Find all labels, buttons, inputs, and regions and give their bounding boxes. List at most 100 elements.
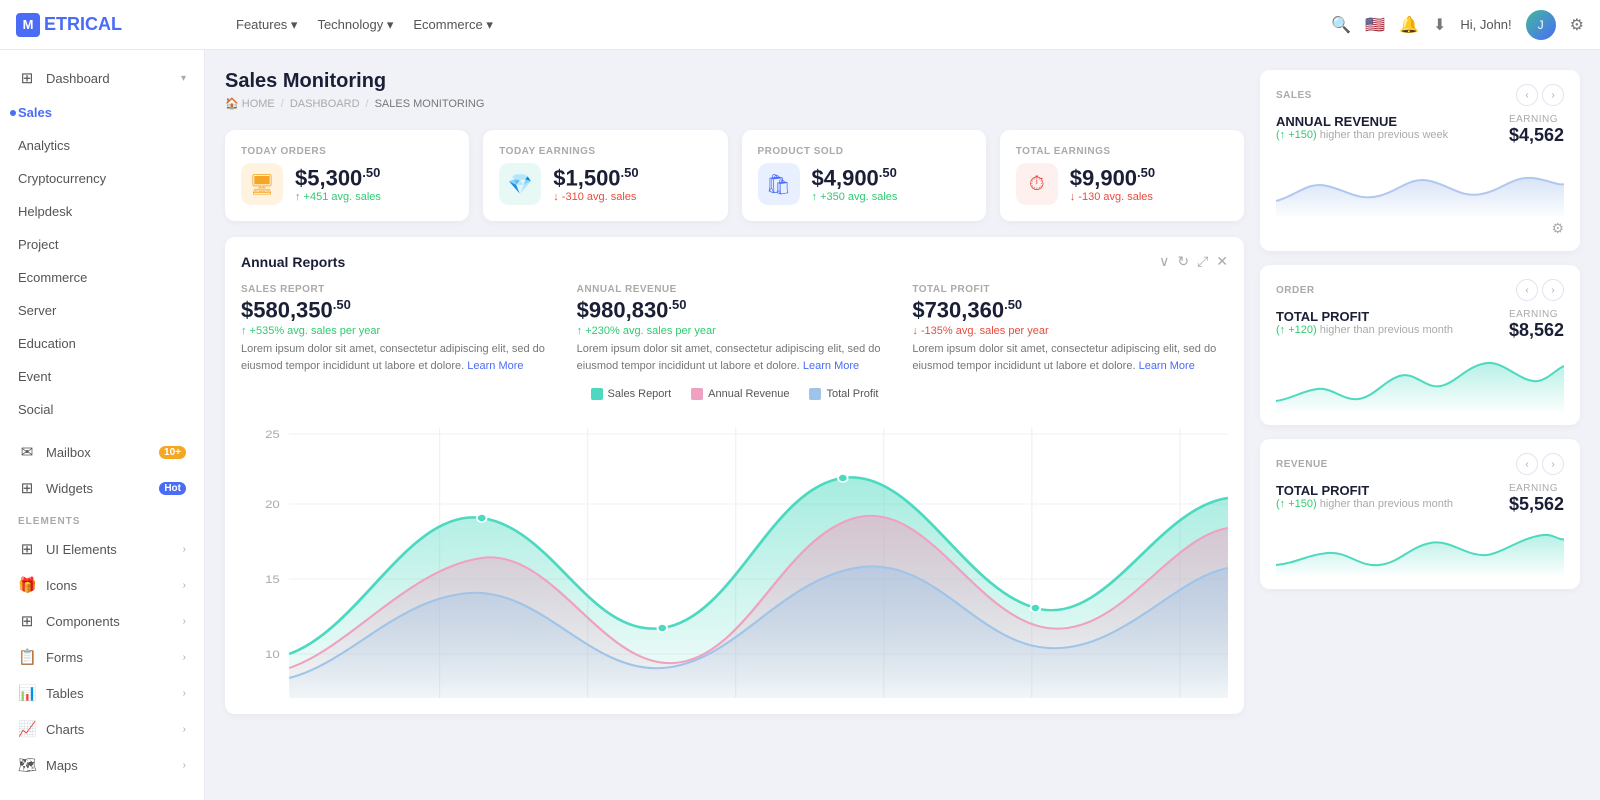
- right-earning-row-order: TOTAL PROFIT (↑ +120) higher than previo…: [1276, 309, 1564, 341]
- sidebar-item-ui-elements[interactable]: ⊞ UI Elements ›: [0, 531, 204, 567]
- breadcrumb-dashboard[interactable]: DASHBOARD: [290, 98, 360, 110]
- sidebar-label-components: Components: [46, 614, 173, 629]
- sidebar-item-mailbox[interactable]: ✉ Mailbox 10+: [0, 434, 204, 470]
- metric-desc-profit: Lorem ipsum dolor sit amet, consectetur …: [912, 341, 1228, 374]
- annual-collapse-icon[interactable]: ∨: [1159, 253, 1169, 270]
- annual-header: Annual Reports ∨ ↻ ⤢ ✕: [241, 253, 1228, 270]
- page-title: Sales Monitoring: [225, 70, 1244, 93]
- sidebar-item-charts[interactable]: 📈 Charts ›: [0, 711, 204, 747]
- sidebar-item-social[interactable]: Social: [0, 393, 204, 426]
- earnings-amount: $1,500.50: [553, 165, 638, 191]
- breadcrumb-home[interactable]: 🏠 HOME: [225, 97, 275, 110]
- stats-row: TODAY ORDERS 🖥 $5,300.50 ↑ +451 avg. sal…: [225, 130, 1244, 221]
- sidebar-item-forms[interactable]: 📋 Forms ›: [0, 639, 204, 675]
- breadcrumb-current: SALES MONITORING: [375, 98, 485, 110]
- annual-refresh-icon[interactable]: ↻: [1177, 253, 1189, 270]
- sidebar-item-icons[interactable]: 🎁 Icons ›: [0, 567, 204, 603]
- elements-section-title: ELEMENTS: [0, 506, 204, 531]
- legend-dot-profit: [809, 388, 821, 400]
- bell-icon[interactable]: 🔔: [1399, 15, 1419, 35]
- sidebar-item-sales[interactable]: Sales: [0, 96, 204, 129]
- sidebar-item-maps[interactable]: 🗺 Maps ›: [0, 747, 204, 783]
- sidebar-item-project[interactable]: Project: [0, 228, 204, 261]
- total-amount: $9,900.50: [1070, 165, 1155, 191]
- right-card-revenue: REVENUE ‹ › TOTAL PROFIT (↑ +150) higher…: [1260, 439, 1580, 589]
- page-header: Sales Monitoring 🏠 HOME / DASHBOARD / SA…: [225, 70, 1244, 110]
- stat-card-total-earnings: TOTAL EARNINGS ⏱ $9,900.50 ↓ -130 avg. s…: [1000, 130, 1244, 221]
- right-earning-row-revenue: TOTAL PROFIT (↑ +150) higher than previo…: [1276, 483, 1564, 515]
- legend-dot-sales: [591, 388, 603, 400]
- sidebar-item-analytics[interactable]: Analytics: [0, 129, 204, 162]
- sidebar-item-dashboard[interactable]: ⊞ Dashboard ▾: [0, 60, 204, 96]
- revenue-prev-arrow[interactable]: ‹: [1516, 453, 1538, 475]
- annual-close-icon[interactable]: ✕: [1216, 253, 1228, 270]
- annual-reports-card: Annual Reports ∨ ↻ ⤢ ✕ SALES REPORT $580…: [225, 237, 1244, 714]
- sidebar-item-server[interactable]: Server: [0, 294, 204, 327]
- learn-more-revenue[interactable]: Learn More: [803, 360, 859, 372]
- nav-technology[interactable]: Technology ▾: [317, 17, 393, 33]
- sales-settings-icon[interactable]: ⚙: [1551, 220, 1564, 237]
- learn-more-sales[interactable]: Learn More: [467, 360, 523, 372]
- sidebar-label-maps: Maps: [46, 758, 173, 773]
- ui-elements-arrow: ›: [183, 544, 186, 555]
- sidebar-item-components[interactable]: ⊞ Components ›: [0, 603, 204, 639]
- sidebar-item-ecommerce[interactable]: Ecommerce: [0, 261, 204, 294]
- right-nav-revenue: ‹ ›: [1516, 453, 1564, 475]
- earning-label-order: EARNING: [1509, 309, 1564, 320]
- order-next-arrow[interactable]: ›: [1542, 279, 1564, 301]
- nav-links: Features ▾ Technology ▾ Ecommerce ▾: [236, 17, 493, 33]
- chart-legend: Sales Report Annual Revenue Total Profit: [241, 388, 1228, 400]
- sidebar-item-cryptocurrency[interactable]: Cryptocurrency: [0, 162, 204, 195]
- sidebar-label-mailbox: Mailbox: [46, 445, 149, 460]
- orders-change: ↑ +451 avg. sales: [295, 191, 381, 203]
- earning-label-revenue: EARNING: [1509, 483, 1564, 494]
- tables-arrow: ›: [183, 688, 186, 699]
- stat-label-product: PRODUCT SOLD: [758, 146, 970, 157]
- flag-icon[interactable]: 🇺🇸: [1365, 15, 1385, 35]
- sidebar-item-helpdesk[interactable]: Helpdesk: [0, 195, 204, 228]
- earning-amount-order: $8,562: [1509, 320, 1564, 341]
- charts-arrow: ›: [183, 724, 186, 735]
- settings-icon[interactable]: ⚙: [1570, 15, 1584, 35]
- sidebar-label-project: Project: [18, 237, 186, 252]
- metric-change-sales: ↑ +535% avg. sales per year: [241, 325, 557, 337]
- sidebar-label-icons: Icons: [46, 578, 173, 593]
- download-icon[interactable]: ⬇: [1433, 15, 1446, 35]
- sales-next-arrow[interactable]: ›: [1542, 84, 1564, 106]
- maps-arrow: ›: [183, 760, 186, 771]
- sidebar-item-education[interactable]: Education: [0, 327, 204, 360]
- app-logo[interactable]: M ETRICAL: [16, 13, 216, 37]
- revenue-next-arrow[interactable]: ›: [1542, 453, 1564, 475]
- svg-text:15: 15: [265, 573, 280, 586]
- sidebar-label-dashboard: Dashboard: [46, 71, 171, 86]
- sales-prev-arrow[interactable]: ‹: [1516, 84, 1538, 106]
- right-card-sales: SALES ‹ › ANNUAL REVENUE (↑ +150) higher…: [1260, 70, 1580, 251]
- sidebar-label-ui-elements: UI Elements: [46, 542, 173, 557]
- sidebar-label-education: Education: [18, 336, 186, 351]
- orders-icon: 🖥: [241, 163, 283, 205]
- sidebar: ⊞ Dashboard ▾ Sales Analytics Cryptocurr…: [0, 50, 205, 800]
- search-icon[interactable]: 🔍: [1331, 15, 1351, 35]
- metric-sales-report: SALES REPORT $580,350.50 ↑ +535% avg. sa…: [241, 284, 557, 374]
- sidebar-item-widgets[interactable]: ⊞ Widgets Hot: [0, 470, 204, 506]
- nav-ecommerce[interactable]: Ecommerce ▾: [413, 17, 493, 33]
- right-card-revenue-header: REVENUE ‹ ›: [1276, 453, 1564, 475]
- metric-change-revenue: ↑ +230% avg. sales per year: [577, 325, 893, 337]
- annual-chart: 25 20 15 10: [241, 408, 1228, 698]
- components-arrow: ›: [183, 616, 186, 627]
- right-card-order-header: ORDER ‹ ›: [1276, 279, 1564, 301]
- logo-icon: M: [16, 13, 40, 37]
- right-card-title-order: TOTAL PROFIT: [1276, 309, 1453, 324]
- legend-label-revenue: Annual Revenue: [708, 388, 789, 400]
- sidebar-item-event[interactable]: Event: [0, 360, 204, 393]
- nav-features[interactable]: Features ▾: [236, 17, 297, 33]
- learn-more-profit[interactable]: Learn More: [1139, 360, 1195, 372]
- icons-arrow: ›: [183, 580, 186, 591]
- annual-expand-icon[interactable]: ⤢: [1197, 253, 1208, 270]
- ui-elements-icon: ⊞: [18, 540, 36, 558]
- metric-amount-revenue: $980,830.50: [577, 297, 893, 323]
- legend-label-sales: Sales Report: [608, 388, 672, 400]
- sidebar-item-tables[interactable]: 📊 Tables ›: [0, 675, 204, 711]
- order-prev-arrow[interactable]: ‹: [1516, 279, 1538, 301]
- user-avatar[interactable]: J: [1526, 10, 1556, 40]
